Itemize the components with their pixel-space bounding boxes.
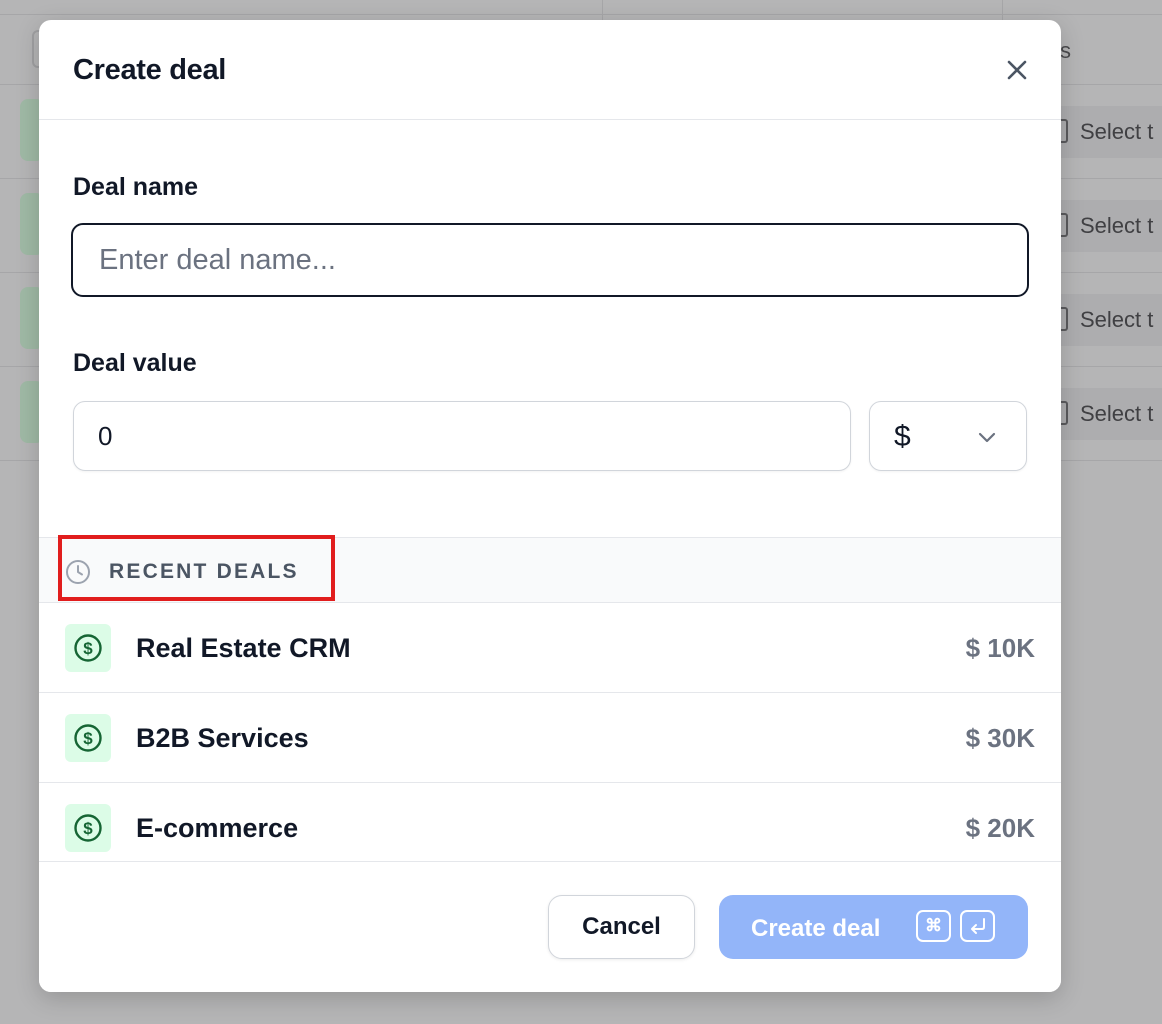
- close-icon: [1007, 60, 1027, 80]
- deal-name-input[interactable]: [71, 223, 1029, 297]
- bg-row-select: Select t: [1048, 388, 1162, 440]
- deal-name: E-commerce: [136, 813, 299, 843]
- chevron-down-icon: [978, 432, 996, 443]
- recent-deal-item[interactable]: $ E-commerce $ 20K: [39, 783, 1061, 873]
- create-deal-label: Create deal: [751, 915, 881, 942]
- deal-name: B2B Services: [136, 723, 309, 753]
- bg-row-select: Select t: [1048, 106, 1162, 158]
- currency-symbol: $: [894, 420, 911, 453]
- deal-value: $ 30K: [965, 723, 1035, 753]
- modal-footer: Cancel Create deal ⌘: [39, 861, 1061, 992]
- modal-title: Create deal: [73, 54, 227, 86]
- deal-value-input[interactable]: [73, 401, 851, 471]
- dollar-icon: $: [74, 814, 102, 842]
- enter-key-badge: [960, 910, 995, 942]
- bg-divider: [0, 14, 1162, 15]
- svg-text:$: $: [83, 729, 93, 748]
- deal-name: Real Estate CRM: [136, 633, 351, 663]
- deal-icon-badge: $: [65, 804, 111, 852]
- deal-name-label: Deal name: [73, 173, 199, 201]
- deal-value: $ 20K: [965, 813, 1035, 843]
- svg-text:$: $: [83, 639, 93, 658]
- create-deal-modal: Create deal Deal name Deal value $ RECEN…: [39, 20, 1061, 992]
- deal-value-label: Deal value: [73, 349, 197, 377]
- highlight-annotation: [58, 535, 335, 601]
- recent-deal-item[interactable]: $ B2B Services $ 30K: [39, 693, 1061, 783]
- deal-value: $ 10K: [965, 633, 1035, 663]
- bg-column-header: s: [1060, 38, 1071, 63]
- deal-icon-badge: $: [65, 624, 111, 672]
- dollar-icon: $: [74, 634, 102, 662]
- recent-deal-item[interactable]: $ Real Estate CRM $ 10K: [39, 603, 1061, 693]
- command-key-icon: ⌘: [916, 910, 951, 942]
- bg-row-select: Select t: [1048, 294, 1162, 346]
- close-button[interactable]: [1001, 54, 1033, 86]
- cancel-button[interactable]: Cancel: [548, 895, 695, 959]
- enter-icon: [971, 918, 985, 934]
- svg-text:$: $: [83, 819, 93, 838]
- create-deal-button[interactable]: Create deal ⌘: [719, 895, 1028, 959]
- modal-header: Create deal: [39, 20, 1061, 120]
- deal-icon-badge: $: [65, 714, 111, 762]
- bg-row-select: Select t: [1048, 200, 1162, 252]
- currency-select[interactable]: $: [869, 401, 1027, 471]
- dollar-icon: $: [74, 724, 102, 752]
